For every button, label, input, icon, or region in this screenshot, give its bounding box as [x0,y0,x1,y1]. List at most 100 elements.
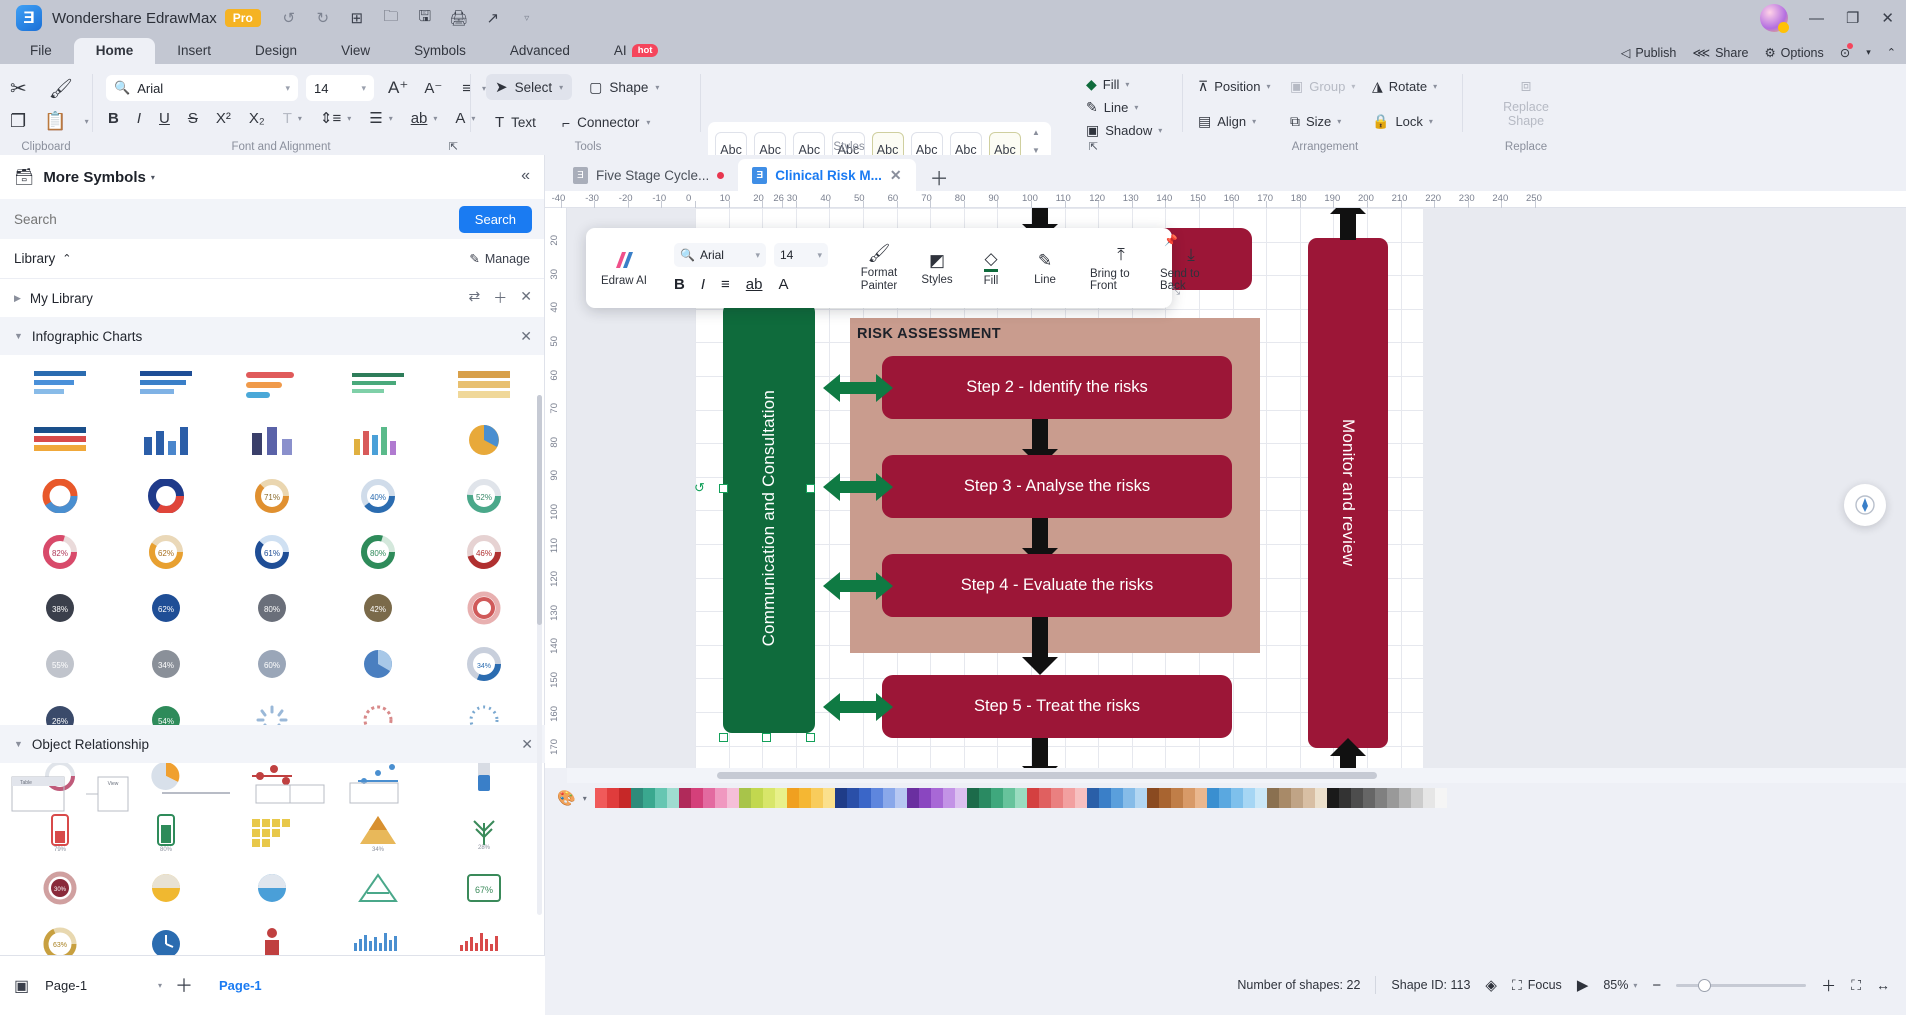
palette-swatch[interactable] [1266,788,1279,808]
palette-swatch[interactable] [786,788,799,808]
close-icon[interactable]: ✕ [521,736,533,753]
palette-swatch[interactable] [1338,788,1351,808]
palette-swatch[interactable] [1098,788,1111,808]
size-button[interactable]: ⧉ Size ▾ [1290,113,1355,130]
palette-swatch[interactable] [1026,788,1039,808]
palette-swatch[interactable] [1254,788,1267,808]
symbol-item[interactable] [328,419,428,461]
palette-swatch[interactable] [654,788,667,808]
palette-swatch[interactable] [762,788,775,808]
position-button[interactable]: ⊼ Position ▾ [1198,78,1271,95]
palette-swatch[interactable] [810,788,823,808]
shape-step-3[interactable]: Step 3 - Analyse the risks [882,455,1232,518]
float-font-family-select[interactable]: 🔍 Arial ▾ [674,243,766,267]
palette-swatch[interactable] [1242,788,1255,808]
shape-communication-and-consultation[interactable]: Communication and Consultation [723,303,815,733]
connector-tool-button[interactable]: ⌐ Connector ▾ [553,111,660,135]
palette-swatch[interactable] [966,788,979,808]
selection-handle-mid-left[interactable] [719,484,728,493]
palette-swatch[interactable] [1038,788,1051,808]
palette-swatch[interactable] [1302,788,1315,808]
play-icon[interactable]: ▶ [1577,976,1589,994]
chevron-down-icon[interactable]: ▾ [1866,47,1871,58]
avatar[interactable] [1760,4,1789,33]
zoom-slider[interactable] [1676,978,1807,992]
selection-handle-bottom-right[interactable] [806,733,815,742]
save-icon[interactable]: 🖫 [415,8,435,28]
palette-swatch[interactable] [678,788,691,808]
text-highlight-icon[interactable]: ab [411,110,428,127]
rotate-button[interactable]: ◮ Rotate ▾ [1372,78,1437,95]
chevron-down-icon[interactable]: ▾ [298,114,302,123]
palette-swatch[interactable] [834,788,847,808]
palette-caret-icon[interactable]: ▾ [583,794,587,803]
chevron-down-icon[interactable]: ▾ [389,114,393,123]
page-view-icon[interactable]: ▣ [14,976,29,996]
font-size-select[interactable]: 14 ▾ [306,75,374,101]
palette-swatch[interactable] [1170,788,1183,808]
selection-handle-mid-right[interactable] [806,484,815,493]
chevron-down-icon[interactable]: ▾ [433,114,437,123]
palette-swatch[interactable] [714,788,727,808]
send-to-back-button[interactable]: ⤓ Send to Back [1156,245,1226,292]
palette-swatch[interactable] [750,788,763,808]
palette-swatch[interactable] [594,788,607,808]
copy-icon[interactable]: ❐ [10,111,26,132]
collapse-ribbon-icon[interactable]: ⌃ [1887,46,1896,59]
symbol-item[interactable] [116,475,216,517]
symbol-item[interactable] [252,771,328,815]
page-selector[interactable]: Page-1 ▾ [45,978,162,993]
symbol-item[interactable]: 40% [328,475,428,517]
shadow-button[interactable]: ▣ Shadow ▾ [1086,122,1162,139]
palette-swatch[interactable] [990,788,1003,808]
fit-width-icon[interactable]: ↔ [1876,977,1890,993]
selection-handle-bottom-center[interactable] [762,733,771,742]
palette-swatch[interactable] [1158,788,1171,808]
palette-swatch[interactable] [1422,788,1435,808]
font-dialog-launcher-icon[interactable]: ⇱ [449,140,458,153]
shape-monitor-and-review[interactable]: Monitor and review [1308,238,1388,748]
import-icon[interactable]: ⇄ [469,288,481,308]
menu-tab-insert[interactable]: Insert [155,38,233,64]
palette-swatch[interactable] [1182,788,1195,808]
format-painter-icon[interactable]: 🖌 [49,77,73,101]
bold-icon[interactable]: B [108,110,119,127]
italic-icon[interactable]: I [137,110,141,127]
subscript-icon[interactable]: X₂ [249,110,265,127]
palette-swatch[interactable] [822,788,835,808]
manage-button[interactable]: ✎ Manage [469,251,530,267]
palette-swatch[interactable] [1410,788,1423,808]
palette-swatch[interactable] [906,788,919,808]
symbol-item[interactable]: 34% [116,643,216,685]
symbol-item[interactable] [434,419,534,461]
palette-swatch[interactable] [1362,788,1375,808]
palette-swatch[interactable] [1014,788,1027,808]
undo-icon[interactable]: ↺ [279,8,299,28]
symbols-scrollbar-thumb[interactable] [537,395,542,625]
palette-swatch[interactable] [858,788,871,808]
menu-tab-symbols[interactable]: Symbols [392,38,488,64]
chevron-down-icon[interactable]: ▾ [1633,981,1637,990]
search-input[interactable] [0,211,459,227]
palette-swatch[interactable] [630,788,643,808]
palette-swatch[interactable] [846,788,859,808]
symbol-item[interactable] [328,867,428,909]
share-button[interactable]: ⋘ Share [1692,45,1748,61]
palette-swatch[interactable] [1278,788,1291,808]
paste-icon[interactable]: 📋 [44,111,66,132]
palette-swatch[interactable] [1062,788,1075,808]
symbol-item[interactable] [328,643,428,685]
palette-swatch[interactable] [1122,788,1135,808]
edraw-ai-button[interactable]: Edraw AI [594,250,654,287]
palette-swatch[interactable] [1350,788,1363,808]
publish-button[interactable]: ◁ Publish [1621,45,1677,61]
align-icon[interactable]: ≡ [721,276,730,293]
symbol-item[interactable]: Table [10,771,66,815]
symbol-item[interactable]: 62% [116,531,216,573]
italic-icon[interactable]: I [701,276,705,293]
text-tool-button[interactable]: T Text [486,110,545,135]
palette-swatch[interactable] [1314,788,1327,808]
palette-swatch[interactable] [1086,788,1099,808]
page-tab-page-1[interactable]: Page-1 [219,978,262,993]
symbol-item[interactable] [116,363,216,405]
